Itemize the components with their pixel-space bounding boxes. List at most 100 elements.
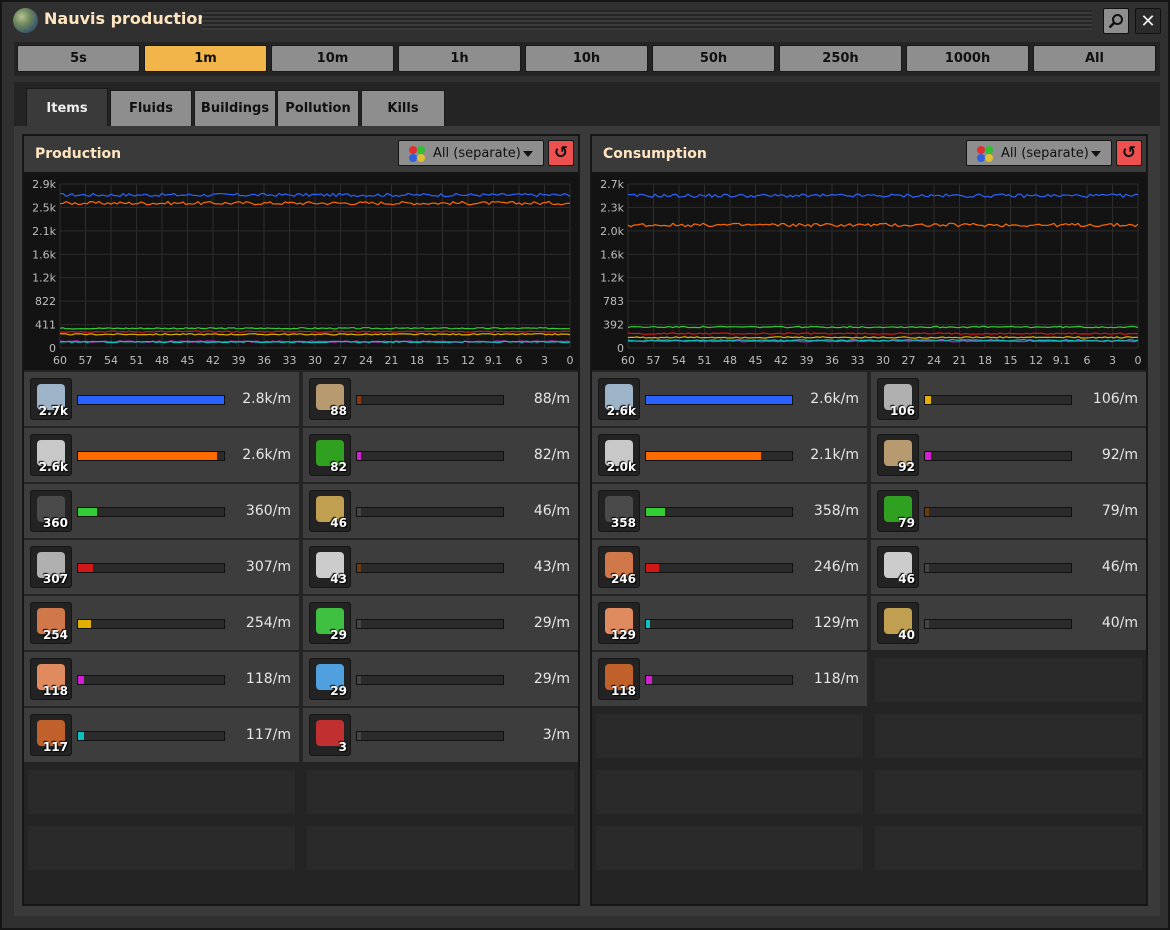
item-row[interactable]: 246 246/m	[592, 540, 867, 594]
x-tick-label: 54	[672, 354, 686, 367]
rate-bar-fill	[78, 620, 92, 628]
tab-buildings[interactable]: Buildings	[194, 90, 276, 126]
item-row[interactable]: 254 254/m	[24, 596, 299, 650]
coal-icon: 360	[30, 490, 72, 532]
time-range-1h[interactable]: 1h	[398, 45, 521, 72]
rate-bar	[645, 563, 793, 573]
rate-bar	[77, 563, 225, 573]
rate-bar	[356, 619, 504, 629]
item-row[interactable]: 92 92/m	[871, 428, 1146, 482]
x-tick-label: 51	[698, 354, 712, 367]
item-row[interactable]: 307 307/m	[24, 540, 299, 594]
panel-header: Production All (separate) ↺	[24, 136, 578, 172]
x-tick-label: 60	[621, 354, 635, 367]
consumption-panel: Consumption All (separate) ↺ 2.7k 2.3k 2.0…	[590, 134, 1148, 906]
item-count: 117	[42, 740, 68, 754]
time-range-1000h[interactable]: 1000h	[906, 45, 1029, 72]
item-rate: 118/m	[813, 671, 859, 687]
item-row[interactable]: 118 118/m	[24, 652, 299, 706]
empty-slot	[596, 714, 863, 758]
item-row[interactable]: 360 360/m	[24, 484, 299, 538]
time-range-50h[interactable]: 50h	[652, 45, 775, 72]
item-row[interactable]: 79 79/m	[871, 484, 1146, 538]
item-count: 2.0k	[606, 460, 636, 474]
rate-bar-fill	[78, 452, 217, 460]
color-dots-icon	[409, 146, 425, 162]
reset-button[interactable]: ↺	[548, 140, 574, 166]
rate-bar-fill	[925, 396, 931, 404]
drag-handle[interactable]	[202, 10, 1092, 30]
item-count: 246	[610, 572, 636, 586]
rate-bar-fill	[357, 676, 361, 684]
item-row[interactable]: 40 40/m	[871, 596, 1146, 650]
window-title: Nauvis production	[44, 9, 209, 28]
time-range-1m[interactable]: 1m	[144, 45, 267, 72]
rate-bar	[356, 563, 504, 573]
item-count: 3	[338, 740, 347, 754]
item-row[interactable]: 358 358/m	[592, 484, 867, 538]
item-row[interactable]: 88 88/m	[303, 372, 578, 426]
rate-bar-fill	[357, 620, 361, 628]
x-tick-label: 45	[749, 354, 763, 367]
rate-bar	[645, 507, 793, 517]
production-chart: 2.9k 2.5k 2.1k 1.6k 1.2k 822 411 0 60 57 54 51 48 45 4…	[24, 172, 578, 370]
panel-title: Production	[35, 146, 122, 162]
item-row[interactable]: 29 29/m	[303, 596, 578, 650]
reset-button[interactable]: ↺	[1116, 140, 1142, 166]
y-tick-label: 1.2k	[32, 272, 56, 285]
rate-bar-fill	[78, 508, 97, 516]
tab-pollution[interactable]: Pollution	[277, 90, 359, 126]
item-row[interactable]: 129 129/m	[592, 596, 867, 650]
item-row[interactable]: 118 118/m	[592, 652, 867, 706]
filter-dropdown[interactable]: All (separate)	[966, 140, 1112, 166]
rate-bar	[645, 675, 793, 685]
item-row[interactable]: 3 3/m	[303, 708, 578, 762]
x-tick-label: 24	[359, 354, 373, 367]
item-count: 129	[610, 628, 636, 642]
coal-icon: 358	[598, 490, 640, 532]
search-button[interactable]	[1103, 8, 1129, 34]
x-tick-label: 42	[774, 354, 788, 367]
item-row[interactable]: 46 46/m	[871, 540, 1146, 594]
copper-cable-icon: 246	[598, 546, 640, 588]
search-icon	[1108, 14, 1123, 29]
filter-dropdown[interactable]: All (separate)	[398, 140, 544, 166]
item-row[interactable]: 2.6k 2.6k/m	[592, 372, 867, 426]
tab-kills[interactable]: Kills	[361, 90, 445, 126]
item-row[interactable]: 2.0k 2.1k/m	[592, 428, 867, 482]
x-tick-label: 48	[723, 354, 737, 367]
item-row[interactable]: 82 82/m	[303, 428, 578, 482]
item-row[interactable]: 2.6k 2.6k/m	[24, 428, 299, 482]
close-button[interactable]: ✕	[1135, 8, 1161, 34]
item-row[interactable]: 106 106/m	[871, 372, 1146, 426]
x-tick-label: 45	[181, 354, 195, 367]
rate-bar-fill	[646, 508, 665, 516]
item-row[interactable]: 29 29/m	[303, 652, 578, 706]
item-row[interactable]: 2.7k 2.8k/m	[24, 372, 299, 426]
item-count: 118	[42, 684, 68, 698]
x-tick-label: 0	[1135, 354, 1142, 367]
time-range-250h[interactable]: 250h	[779, 45, 902, 72]
x-tick-label: 3	[1109, 354, 1116, 367]
title-bar[interactable]: Nauvis production ✕	[2, 2, 1168, 38]
time-range-5s[interactable]: 5s	[17, 45, 140, 72]
empty-slot	[307, 770, 574, 814]
item-row[interactable]: 46 46/m	[303, 484, 578, 538]
time-range-10h[interactable]: 10h	[525, 45, 648, 72]
item-rate: 2.8k/m	[242, 391, 291, 407]
item-rate: 246/m	[813, 559, 859, 575]
rate-bar-fill	[78, 564, 93, 572]
time-range-10m[interactable]: 10m	[271, 45, 394, 72]
rate-bar	[645, 619, 793, 629]
item-row[interactable]: 43 43/m	[303, 540, 578, 594]
tab-items[interactable]: Items	[26, 88, 108, 128]
time-range-all[interactable]: All	[1033, 45, 1156, 72]
y-tick-label: 1.6k	[32, 248, 56, 261]
science-pack-icon: 29	[309, 602, 351, 644]
tab-fluids[interactable]: Fluids	[110, 90, 192, 126]
item-rate: 2.6k/m	[810, 391, 859, 407]
rate-bar	[77, 507, 225, 517]
rate-bar-fill	[357, 508, 361, 516]
rate-bar-fill	[925, 620, 929, 628]
item-row[interactable]: 117 117/m	[24, 708, 299, 762]
